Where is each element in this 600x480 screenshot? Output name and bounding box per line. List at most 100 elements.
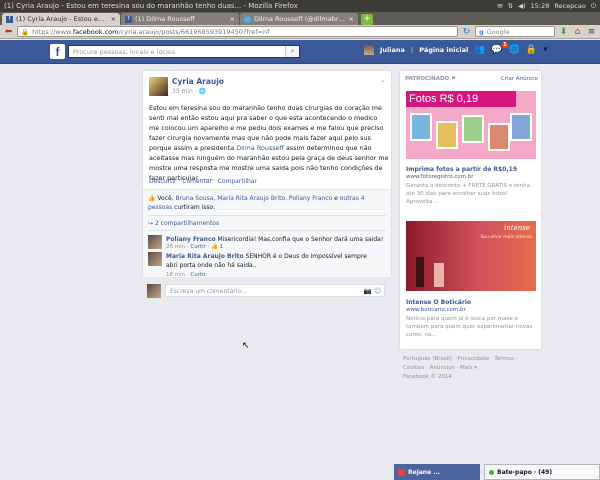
copyright: Facebook © 2014 (403, 374, 452, 380)
browser-nav-bar: ⬅ 🔒 https://www.facebook.com/cyria.arauj… (0, 25, 600, 39)
home-link[interactable]: Página inicial (419, 46, 468, 54)
share-button[interactable]: Compartilhar (218, 178, 257, 185)
comment-composer: Escreva um comentário... 📷 ☺ (147, 284, 385, 298)
chevron-down-icon[interactable]: ⌄ (380, 76, 386, 84)
product-bottle (434, 263, 444, 287)
close-icon[interactable]: × (349, 15, 354, 23)
post-card: Cyria Araujo 35 min · 🌐 ⌄ Estou em teres… (142, 70, 392, 277)
back-arrow-icon[interactable]: ⬅ (3, 26, 14, 37)
emoji-icon[interactable]: ☺ (374, 287, 381, 295)
window-title: (1) Cyria Araujo - Estou em teresina sou… (4, 2, 298, 10)
comment-like-button[interactable]: Curtir (190, 272, 206, 278)
share-icon: ↪ (148, 220, 154, 227)
divider (148, 230, 386, 231)
footer-links[interactable]: Português (Brasil) · Privacidade · Termo… (403, 355, 543, 364)
create-ad-link[interactable]: Criar Anúncio (501, 76, 538, 82)
ad-title[interactable]: Intense O Boticário (406, 299, 471, 306)
avatar[interactable] (148, 235, 162, 249)
comment-text: Poliany Franco Misericordia! Mas,confia … (166, 236, 384, 243)
avatar[interactable] (148, 252, 162, 266)
comment-input[interactable]: Escreva um comentário... 📷 ☺ (165, 284, 385, 297)
comment-like-count[interactable]: · 👍 1 (206, 244, 224, 250)
mention-link[interactable]: Dilma Rousseff (236, 144, 284, 152)
profile-link[interactable]: Juliana (380, 46, 405, 54)
settings-chevron-icon[interactable]: ▾ (543, 45, 548, 55)
url-bar[interactable]: 🔒 https://www.facebook.com/cyria.araujo/… (17, 26, 458, 37)
comment-placeholder: Escreva um comentário... (170, 288, 247, 295)
shares-link[interactable]: ↪ 2 compartilhamentos (148, 220, 219, 227)
page-footer: Português (Brasil) · Privacidade · Termo… (403, 355, 543, 382)
lock-icon: 🔒 (21, 27, 30, 36)
comment-author[interactable]: Maria Rita Araujo Brito (166, 253, 244, 260)
new-tab-button[interactable]: + (361, 14, 373, 25)
photo-thumbnail (510, 113, 532, 141)
camera-icon[interactable]: 📷 (364, 287, 372, 295)
avatar[interactable] (364, 45, 374, 55)
download-arrow-icon[interactable]: ⬇ (558, 26, 569, 37)
post-feedback: 👍 Você, Bruna Sousa, Maria Rita Araujo B… (143, 189, 391, 277)
thumbs-up-icon: 👍 (148, 195, 156, 202)
close-icon[interactable] (398, 468, 405, 476)
chat-tab-rejane[interactable]: Rejane ... (394, 464, 480, 480)
reload-icon[interactable]: ↻ (461, 26, 472, 37)
footer-links[interactable]: Cookies · Anúncios · Mais ▾ (403, 364, 543, 373)
close-icon[interactable]: × (230, 15, 235, 23)
network-icon[interactable]: ⇅ (508, 2, 513, 10)
unlike-button[interactable]: Descurtir (149, 178, 177, 185)
facebook-search-input[interactable]: Procure pessoas, locais e locais ⌕ (68, 45, 300, 58)
close-icon[interactable]: × (111, 15, 116, 23)
facebook-favicon-icon: f (125, 15, 132, 23)
tab-dilma-facebook[interactable]: f (1) Dilma Rousseff × (121, 13, 239, 25)
privacy-lock-icon[interactable]: 🔒 (526, 45, 537, 55)
photo-thumbnail (436, 121, 458, 149)
likes-summary: 👍 Você, Bruna Sousa, Maria Rita Araujo B… (148, 195, 365, 211)
tab-label: (1) Cyria Araujo - Estou em t... (16, 15, 108, 23)
user-menu[interactable]: Recepcao (554, 2, 585, 10)
comment-author[interactable]: Poliany Franco (166, 236, 216, 243)
ad-url[interactable]: www.boticario.com.br (406, 307, 466, 313)
friend-requests-icon[interactable]: 👥 (474, 45, 485, 55)
tab-cyria[interactable]: f (1) Cyria Araujo - Estou em t... × (2, 13, 120, 25)
ad-banner-text: Fotos R$ 0,19 (406, 91, 516, 107)
chat-bar: Rejane ... Bate-papo · (49) (394, 464, 600, 480)
comment-like-button[interactable]: Curtir (190, 244, 206, 250)
home-icon[interactable]: ⌂ (572, 26, 583, 37)
likers-links[interactable]: Bruna Sousa, Maria Rita Araujo Brito, Po… (176, 195, 333, 202)
sponsored-panel: PATROCINADO ⚑ Criar Anúncio Fotos R$ 0,1… (399, 70, 542, 350)
facebook-top-bar: f Procure pessoas, locais e locais ⌕ Jul… (0, 40, 600, 64)
comment-meta: 18 min · Curtir (166, 272, 206, 278)
chat-sidebar-toggle[interactable]: Bate-papo · (49) (484, 464, 600, 480)
ad-image-boticario[interactable]: intense Seu olhar mais intenso (406, 221, 536, 291)
search-placeholder: Procure pessoas, locais e locais (73, 48, 176, 56)
power-icon[interactable]: ⏻ (591, 2, 596, 11)
clock[interactable]: 15:28 (531, 2, 550, 10)
ad-url[interactable]: www.fotoregistro.com.br (406, 174, 474, 180)
tab-dilma-twitter[interactable]: Dilma Rousseff (@dilmabr) ... × (240, 13, 358, 25)
globe-icon: 🌐 (198, 88, 207, 95)
comment-meta: 26 min · Curtir · 👍 1 (166, 244, 224, 250)
twitter-favicon-icon (244, 15, 251, 23)
post-time: 35 min · 🌐 (172, 88, 207, 95)
tab-label: (1) Dilma Rousseff (135, 15, 195, 23)
volume-icon[interactable]: ◀) (518, 2, 526, 10)
ad-title[interactable]: Imprima fotos a partir de R$0,19 (406, 166, 517, 173)
search-engine-box[interactable]: g Google (475, 26, 555, 37)
notifications-icon[interactable]: 🌐 (509, 45, 520, 55)
ad-description: Garanta o desconto + FRETE GRÁTIS e tenh… (406, 183, 530, 205)
online-dot-icon (489, 469, 494, 475)
photo-thumbnail (410, 113, 432, 141)
notification-badge: 1 (502, 42, 508, 48)
divider (148, 215, 386, 216)
avatar[interactable] (149, 77, 168, 96)
chat-tab-label: Rejane ... (408, 468, 441, 476)
post-author[interactable]: Cyria Araujo (172, 77, 224, 86)
sponsored-header: PATROCINADO ⚑ Criar Anúncio (405, 76, 538, 82)
browser-tab-bar: f (1) Cyria Araujo - Estou em t... × f (… (0, 12, 600, 25)
comment-button[interactable]: Comentar (182, 178, 212, 185)
facebook-logo[interactable]: f (50, 44, 65, 59)
mail-icon[interactable]: ✉ (497, 2, 502, 10)
search-icon[interactable]: ⌕ (285, 46, 299, 57)
messages-icon[interactable]: 💬 1 (491, 42, 508, 55)
ad-image-fotoregistro[interactable]: Fotos R$ 0,19 (406, 91, 536, 159)
menu-icon[interactable]: ≡ (586, 26, 597, 37)
